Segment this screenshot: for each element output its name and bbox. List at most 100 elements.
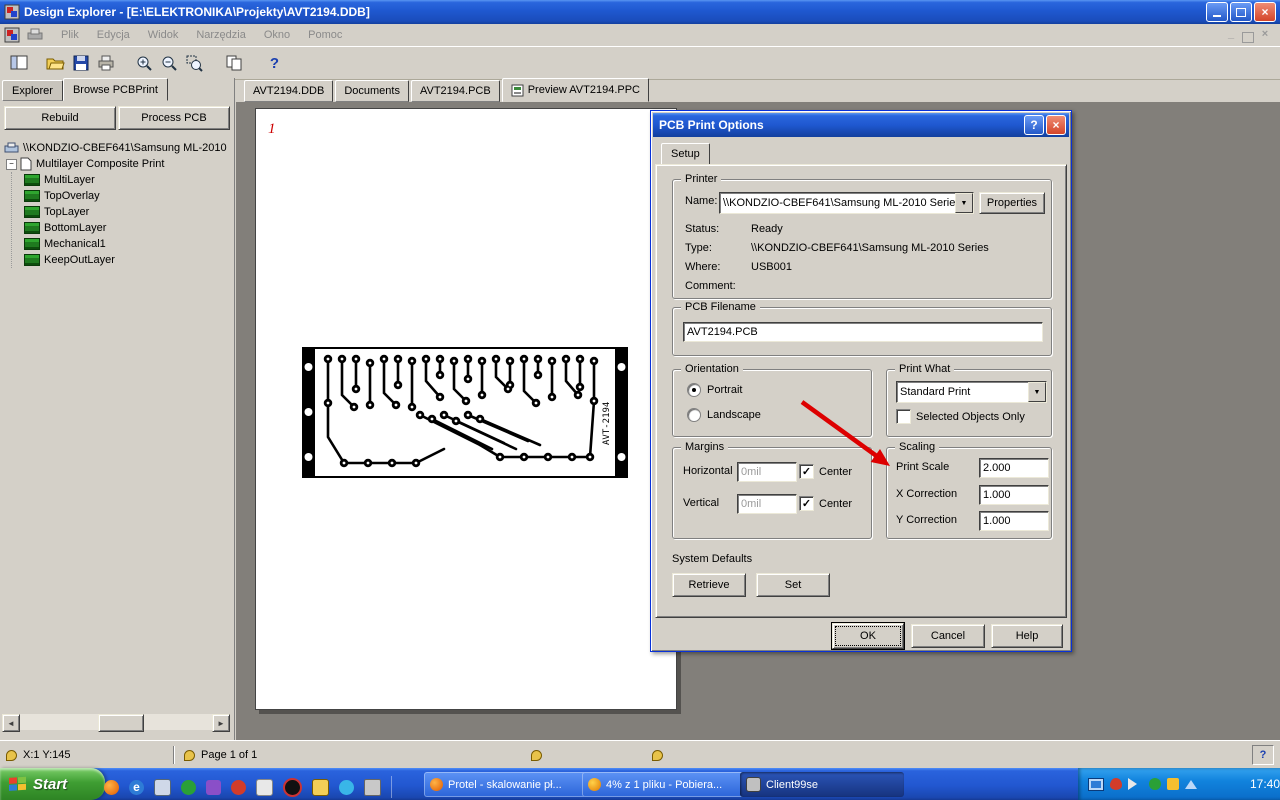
collapse-icon[interactable]: − <box>6 158 17 170</box>
copy-button[interactable] <box>221 51 246 76</box>
horizontal-center-checkbox[interactable]: ✓ Center <box>799 464 852 479</box>
doc-tab-pcb[interactable]: AVT2194.PCB <box>410 80 500 102</box>
taskbar-task-download[interactable]: 4% z 1 pliku - Pobiera... <box>582 772 746 797</box>
chevron-down-icon[interactable]: ▼ <box>1028 382 1046 402</box>
save-button[interactable] <box>68 51 93 76</box>
tree-node-composite[interactable]: − Multilayer Composite Print <box>4 156 234 172</box>
page-readout: Page 1 of 1 <box>201 749 258 761</box>
tab-browse-pcbprint[interactable]: Browse PCBPrint <box>62 78 168 101</box>
quick-launch-icon[interactable] <box>256 778 273 796</box>
hand-cursor-icon <box>184 749 195 761</box>
quick-launch-icon[interactable] <box>231 779 246 795</box>
page-marker: 1 <box>268 121 276 137</box>
properties-button[interactable]: Properties <box>979 192 1045 214</box>
horizontal-margin-input[interactable]: 0mil <box>737 462 797 482</box>
tree-layer-mechanical1[interactable]: Mechanical1 <box>24 236 234 252</box>
printer-where-value: USB001 <box>751 261 792 273</box>
pcbprint-tree: \\KONDZIO-CBEF641\Samsung ML-2010 − Mult… <box>0 136 234 268</box>
print-button[interactable] <box>93 51 118 76</box>
taskbar-task-protel[interactable]: Protel - skalowanie pł... <box>424 772 588 797</box>
scroll-left-icon[interactable]: ◄ <box>2 714 20 732</box>
set-button[interactable]: Set <box>756 573 830 597</box>
taskbar-task-client99se[interactable]: Client99se <box>740 772 904 797</box>
ok-button[interactable]: OK <box>832 623 904 649</box>
doc-tab-documents[interactable]: Documents <box>335 80 409 102</box>
menu-item-plik[interactable]: Plik <box>52 27 88 43</box>
scroll-thumb[interactable] <box>98 714 144 732</box>
tree-layer-multilayer[interactable]: MultiLayer <box>24 172 234 188</box>
quick-launch-icon[interactable] <box>206 779 221 795</box>
volume-icon[interactable] <box>1128 778 1143 790</box>
quick-launch-icon[interactable] <box>181 779 196 795</box>
rebuild-button[interactable]: Rebuild <box>4 106 116 130</box>
restore-button[interactable] <box>1230 2 1252 22</box>
scroll-right-icon[interactable]: ► <box>212 714 230 732</box>
quick-launch-icon[interactable] <box>312 778 329 796</box>
tray-icon[interactable] <box>1167 778 1179 790</box>
vertical-center-checkbox[interactable]: ✓ Center <box>799 496 852 511</box>
close-button[interactable]: × <box>1254 2 1276 22</box>
help-button[interactable]: ? <box>262 51 287 76</box>
hand-cursor-icon <box>652 749 663 761</box>
zoom-in-icon <box>137 56 152 71</box>
portrait-radio[interactable]: Portrait <box>687 383 742 397</box>
mdi-minimize-icon[interactable]: _ <box>1224 28 1238 43</box>
taskbar: Start e Protel - skalowanie pł... 4% z 1… <box>0 768 1280 800</box>
process-pcb-button[interactable]: Process PCB <box>118 106 230 130</box>
retrieve-button[interactable]: Retrieve <box>672 573 746 597</box>
antivirus-shield-icon[interactable] <box>1110 778 1122 790</box>
tree-root-printer[interactable]: \\KONDZIO-CBEF641\Samsung ML-2010 <box>4 140 234 156</box>
print-scale-input[interactable]: 2.000 <box>979 458 1049 478</box>
dialog-help-icon[interactable]: ? <box>1024 115 1044 135</box>
pcb-filename-input[interactable]: AVT2194.PCB <box>683 322 1043 342</box>
zoom-in-button[interactable] <box>132 51 157 76</box>
dialog-tab-setup[interactable]: Setup <box>661 143 710 165</box>
y-correction-input[interactable]: 1.000 <box>979 511 1049 531</box>
tree-layer-topoverlay[interactable]: TopOverlay <box>24 188 234 204</box>
printer-type-label: Type: <box>685 242 712 254</box>
print-what-combo[interactable]: Standard Print ▼ <box>896 381 1047 403</box>
minimize-button[interactable] <box>1206 2 1228 22</box>
printer-status-value: Ready <box>751 223 783 235</box>
show-desktop-icon[interactable] <box>154 778 171 796</box>
menu-item-pomoc[interactable]: Pomoc <box>299 27 351 43</box>
vertical-margin-input[interactable]: 0mil <box>737 494 797 514</box>
menu-item-edycja[interactable]: Edycja <box>88 27 139 43</box>
quick-launch-icon[interactable] <box>339 779 354 795</box>
tree-layer-keepoutlayer[interactable]: KeepOutLayer <box>24 252 234 268</box>
landscape-radio[interactable]: Landscape <box>687 408 761 422</box>
zoom-out-button[interactable] <box>157 51 182 76</box>
mdi-restore-icon[interactable] <box>1242 31 1254 43</box>
start-button[interactable]: Start <box>0 768 105 800</box>
chevron-down-icon[interactable]: ▼ <box>955 193 973 213</box>
mdi-close-icon[interactable]: × <box>1258 28 1272 43</box>
open-button[interactable] <box>43 51 68 76</box>
printer-name-combo[interactable]: \\KONDZIO-CBEF641\Samsung ML-2010 Series… <box>719 192 974 214</box>
dialog-close-icon[interactable]: × <box>1046 115 1066 135</box>
quick-launch-icon[interactable] <box>364 778 381 796</box>
toggle-panel-button[interactable] <box>6 51 31 76</box>
menu-item-okno[interactable]: Okno <box>255 27 299 43</box>
network-icon[interactable] <box>1088 777 1104 791</box>
quick-launch-icon[interactable]: e <box>129 779 144 795</box>
dialog-titlebar: PCB Print Options ? × <box>653 113 1069 137</box>
menu-item-narzedzia[interactable]: Narzędzia <box>187 27 255 43</box>
tree-layer-toplayer[interactable]: TopLayer <box>24 204 234 220</box>
selected-objects-checkbox[interactable]: Selected Objects Only <box>896 409 1025 424</box>
help-button-dialog[interactable]: Help <box>991 624 1063 648</box>
x-correction-input[interactable]: 1.000 <box>979 485 1049 505</box>
hide-icons-icon[interactable] <box>1185 774 1197 789</box>
quick-launch-icon[interactable] <box>104 779 119 795</box>
menu-item-widok[interactable]: Widok <box>139 27 188 43</box>
tab-explorer[interactable]: Explorer <box>2 80 63 101</box>
panel-h-scrollbar[interactable]: ◄ ► <box>2 714 230 732</box>
status-help-icon[interactable]: ? <box>1252 745 1274 765</box>
tree-layer-bottomlayer[interactable]: BottomLayer <box>24 220 234 236</box>
update-icon[interactable] <box>1149 778 1161 790</box>
windows-logo-icon <box>9 776 26 791</box>
zoom-area-button[interactable] <box>182 51 207 76</box>
cancel-button[interactable]: Cancel <box>911 624 985 648</box>
quick-launch-icon[interactable] <box>283 777 302 797</box>
doc-tab-ddb[interactable]: AVT2194.DDB <box>244 80 334 102</box>
doc-tab-preview[interactable]: Preview AVT2194.PPC <box>501 78 649 102</box>
